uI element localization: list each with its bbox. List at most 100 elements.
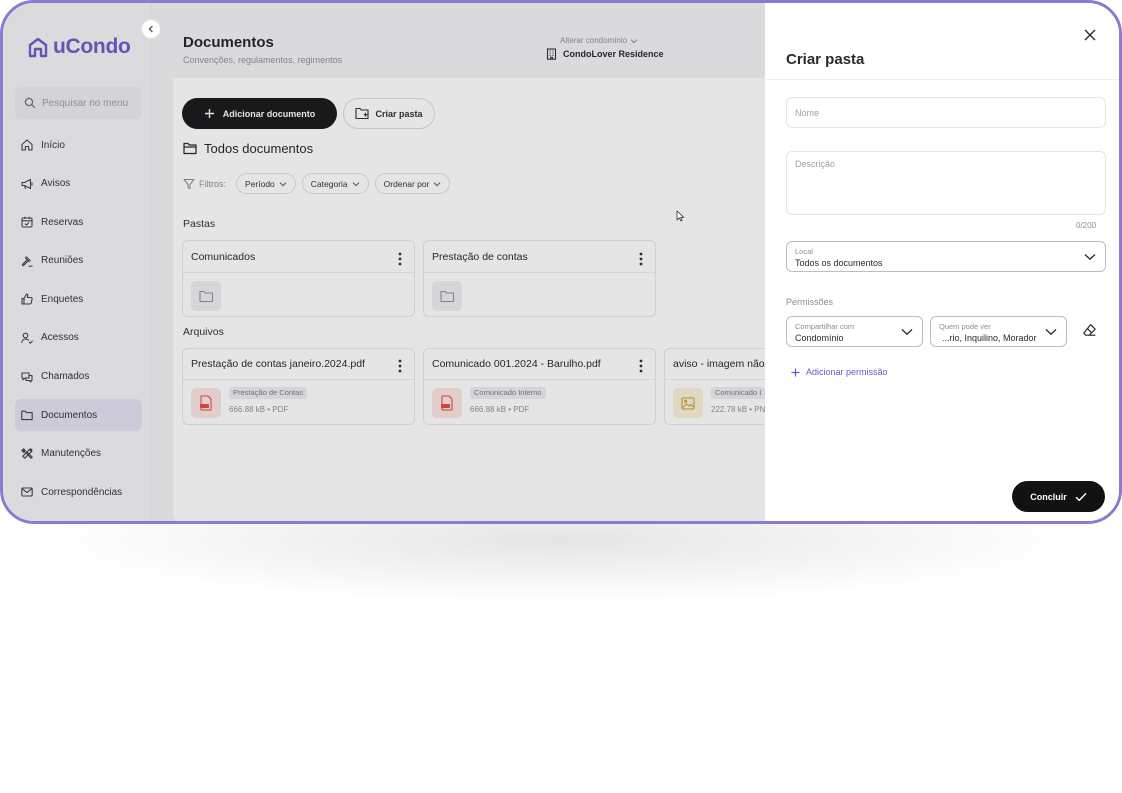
permissions-label: Permissões	[786, 297, 834, 307]
kebab-menu-icon[interactable]	[639, 252, 643, 266]
page-title: Documentos	[183, 34, 274, 51]
chevron-down-icon	[1084, 253, 1096, 260]
sidebar-search-input[interactable]: Pesquisar no menu	[15, 87, 142, 119]
sidebar-item-reservas[interactable]: Reservas	[15, 206, 142, 238]
done-button[interactable]: Concluir	[1012, 481, 1105, 512]
share-with-select[interactable]: Compartilhar com Condomínio	[786, 316, 923, 347]
pdf-file-icon	[200, 395, 212, 411]
house-logo-icon	[28, 37, 48, 58]
filter-periodo-dropdown[interactable]: Período	[236, 173, 296, 194]
close-icon[interactable]	[1082, 27, 1098, 43]
file-card[interactable]: Comunicado 001.2024 - Barulho.pdf Comuni…	[423, 348, 656, 425]
chevron-down-icon	[901, 328, 913, 335]
folder-name: Prestação de contas	[432, 251, 528, 263]
sidebar-item-avisos[interactable]: Avisos	[15, 168, 142, 200]
folders-heading: Pastas	[183, 218, 216, 230]
eraser-icon[interactable]	[1082, 323, 1097, 337]
folder-card[interactable]: Prestação de contas	[423, 240, 656, 317]
sidebar-item-label: Reuniões	[41, 255, 84, 267]
sidebar-item-enquetes[interactable]: Enquetes	[15, 283, 142, 315]
chat-icon	[21, 372, 33, 383]
image-file-icon	[681, 396, 695, 410]
mouse-cursor-icon	[676, 210, 685, 222]
folder-description-textarea[interactable]: Descrição	[786, 151, 1106, 215]
folder-plus-icon	[355, 107, 370, 120]
sidebar-item-label: Documentos	[41, 409, 98, 421]
home-icon	[21, 139, 33, 151]
sidebar: uCondo Pesquisar no menu Início Avisos R…	[3, 3, 151, 521]
condo-switcher[interactable]: Alterar condomínio CondoLover Residence	[546, 36, 664, 60]
folder-thumbnail	[432, 281, 462, 311]
share-with-value: Condomínio	[795, 333, 844, 343]
search-icon	[24, 97, 36, 109]
location-select[interactable]: Local Todos os documentos	[786, 241, 1106, 272]
file-category-tag: Comunicado Interno	[470, 387, 546, 399]
kebab-menu-icon[interactable]	[398, 359, 402, 373]
file-meta: 666.88 kB • PDF	[229, 405, 289, 414]
file-name: aviso - imagem não t	[673, 358, 771, 370]
create-folder-label: Criar pasta	[375, 108, 423, 119]
sidebar-item-label: Reservas	[41, 216, 84, 228]
chevron-left-icon	[148, 25, 153, 33]
stage: uCondo Pesquisar no menu Início Avisos R…	[0, 0, 1122, 793]
thumbs-up-icon	[21, 293, 33, 305]
add-permission-button[interactable]: Adicionar permissão	[791, 367, 888, 377]
kebab-menu-icon[interactable]	[398, 252, 402, 266]
add-document-label: Adicionar documento	[222, 108, 316, 119]
sidebar-item-documentos[interactable]: Documentos	[15, 399, 142, 432]
filter-icon	[183, 178, 195, 189]
sidebar-search-placeholder: Pesquisar no menu	[42, 97, 129, 109]
sidebar-nav: Início Avisos Reservas Reuniões Enquetes…	[15, 129, 142, 515]
card-divider	[183, 379, 414, 380]
location-caption: Local	[795, 247, 813, 256]
sidebar-item-inicio[interactable]: Início	[15, 129, 142, 161]
file-name: Prestação de contas janeiro.2024.pdf	[191, 358, 365, 370]
file-meta: 666.88 kB • PDF	[470, 405, 530, 414]
chevron-down-icon	[1045, 328, 1057, 335]
create-folder-button[interactable]: Criar pasta	[343, 98, 435, 129]
sidebar-item-chamados[interactable]: Chamados	[15, 361, 142, 393]
share-with-caption: Compartilhar com	[795, 322, 855, 331]
brand-name: uCondo	[53, 35, 131, 58]
file-thumbnail	[191, 388, 221, 418]
sidebar-item-manutencoes[interactable]: Manutenções	[15, 438, 142, 470]
folder-icon	[198, 290, 213, 302]
location-value: Todos os documentos	[795, 258, 883, 268]
filter-ordenar-dropdown[interactable]: Ordenar por	[374, 173, 451, 194]
condo-name-row: CondoLover Residence	[546, 48, 664, 60]
condo-name: CondoLover Residence	[563, 49, 664, 59]
drawer-title: Criar pasta	[786, 51, 865, 68]
sidebar-item-acessos[interactable]: Acessos	[15, 322, 142, 354]
check-icon	[1075, 492, 1087, 501]
file-category-tag: Comunicado I	[711, 387, 766, 399]
condo-caption-text: Alterar condomínio	[560, 36, 628, 45]
file-card[interactable]: Prestação de contas janeiro.2024.pdf Pre…	[182, 348, 415, 425]
card-divider	[424, 379, 655, 380]
folder-thumbnail	[191, 281, 221, 311]
sidebar-item-correspondencias[interactable]: Correspondências	[15, 476, 142, 508]
chevron-down-icon	[279, 181, 287, 186]
filter-categoria-dropdown[interactable]: Categoria	[301, 173, 369, 194]
who-can-see-caption: Quem pode ver	[939, 322, 991, 331]
megaphone-icon	[21, 178, 33, 189]
folder-name: Comunicados	[191, 251, 256, 263]
kebab-menu-icon[interactable]	[639, 359, 643, 373]
done-label: Concluir	[1030, 491, 1067, 502]
folder-icon	[439, 290, 454, 302]
who-can-see-select[interactable]: Quem pode ver ...rio, Inquilino, Morador	[930, 316, 1067, 347]
sidebar-collapse-button[interactable]	[141, 19, 161, 39]
add-document-button[interactable]: Adicionar documento	[182, 98, 337, 129]
chevron-down-icon	[630, 38, 638, 43]
building-icon	[546, 48, 557, 60]
sidebar-item-label: Enquetes	[41, 293, 84, 305]
folder-open-icon	[183, 142, 197, 155]
folder-card[interactable]: Comunicados	[182, 240, 415, 317]
sidebar-item-reunioes[interactable]: Reuniões	[15, 245, 142, 277]
sidebar-item-label: Chamados	[41, 371, 90, 383]
folder-name-input[interactable]: Nome	[786, 97, 1106, 128]
plus-icon	[791, 368, 800, 376]
brand-logo[interactable]: uCondo	[27, 35, 131, 59]
section-title-text: Todos documentos	[204, 141, 314, 156]
filter-chip-label: Período	[245, 178, 275, 189]
file-name: Comunicado 001.2024 - Barulho.pdf	[432, 358, 601, 370]
